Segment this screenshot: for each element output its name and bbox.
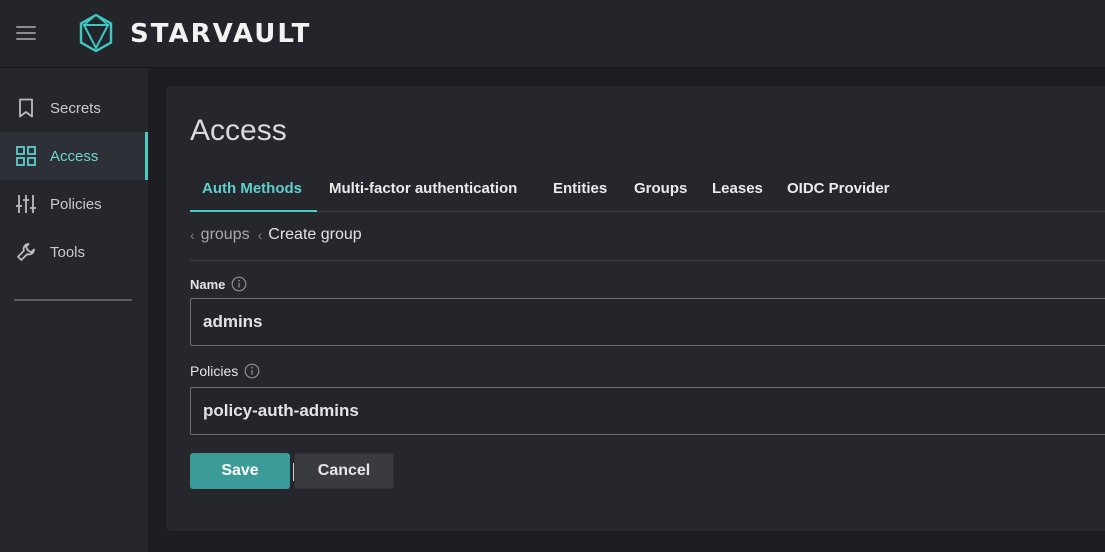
tab-mfa[interactable]: Multi-factor authentication [329, 180, 517, 197]
tab-leases[interactable]: Leases [712, 180, 763, 197]
sidebar: Secrets Access Policies Tools [0, 68, 148, 552]
brand-name[interactable]: STARVAULT [130, 19, 311, 49]
name-input[interactable]: admins [190, 298, 1105, 346]
breadcrumb-current: Create group [268, 226, 362, 243]
sliders-icon [15, 193, 37, 215]
sidebar-item-label: Tools [50, 243, 86, 261]
sidebar-item-access[interactable]: Access [0, 132, 148, 180]
sidebar-item-policies[interactable]: Policies [0, 180, 148, 228]
sidebar-item-label: Policies [50, 195, 102, 213]
sidebar-item-secrets[interactable]: Secrets [0, 84, 148, 132]
bookmark-icon [15, 97, 37, 119]
tab-groups[interactable]: Groups [634, 180, 687, 197]
breadcrumb: ‹ groups ‹ Create group [190, 226, 362, 244]
info-icon[interactable] [231, 276, 247, 292]
policies-label-text: Policies [190, 363, 239, 379]
starvault-logo-icon [79, 13, 113, 53]
main-panel: Access Auth Methods Multi-factor authent… [166, 86, 1105, 531]
tab-entities[interactable]: Entities [553, 180, 607, 197]
info-icon[interactable] [244, 363, 260, 379]
policies-input[interactable]: policy-auth-admins [190, 387, 1105, 435]
chevron-left-icon: ‹ [190, 227, 195, 243]
wrench-icon [15, 241, 37, 263]
breadcrumb-groups-link[interactable]: groups [201, 226, 250, 244]
active-tab-indicator [190, 210, 317, 212]
chevron-left-icon: ‹ [257, 227, 263, 243]
top-bar: STARVAULT [0, 0, 1105, 68]
divider [190, 260, 1105, 261]
hamburger-menu-icon[interactable] [16, 26, 36, 40]
name-label-text: Name [190, 276, 226, 292]
sidebar-item-tools[interactable]: Tools [0, 228, 148, 276]
name-label: Name [190, 276, 247, 292]
tab-oidc-provider[interactable]: OIDC Provider [787, 180, 890, 197]
save-button[interactable]: Save [190, 453, 290, 489]
policies-label: Policies [190, 363, 260, 379]
tab-bar: Auth Methods Multi-factor authentication… [190, 170, 1105, 212]
grid-icon [15, 145, 37, 167]
page-title: Access [190, 114, 287, 147]
sidebar-item-label: Secrets [50, 99, 101, 117]
tab-auth-methods[interactable]: Auth Methods [202, 180, 302, 197]
sidebar-item-label: Access [50, 147, 99, 165]
cancel-button[interactable]: Cancel [293, 453, 394, 489]
sidebar-divider [14, 299, 132, 301]
